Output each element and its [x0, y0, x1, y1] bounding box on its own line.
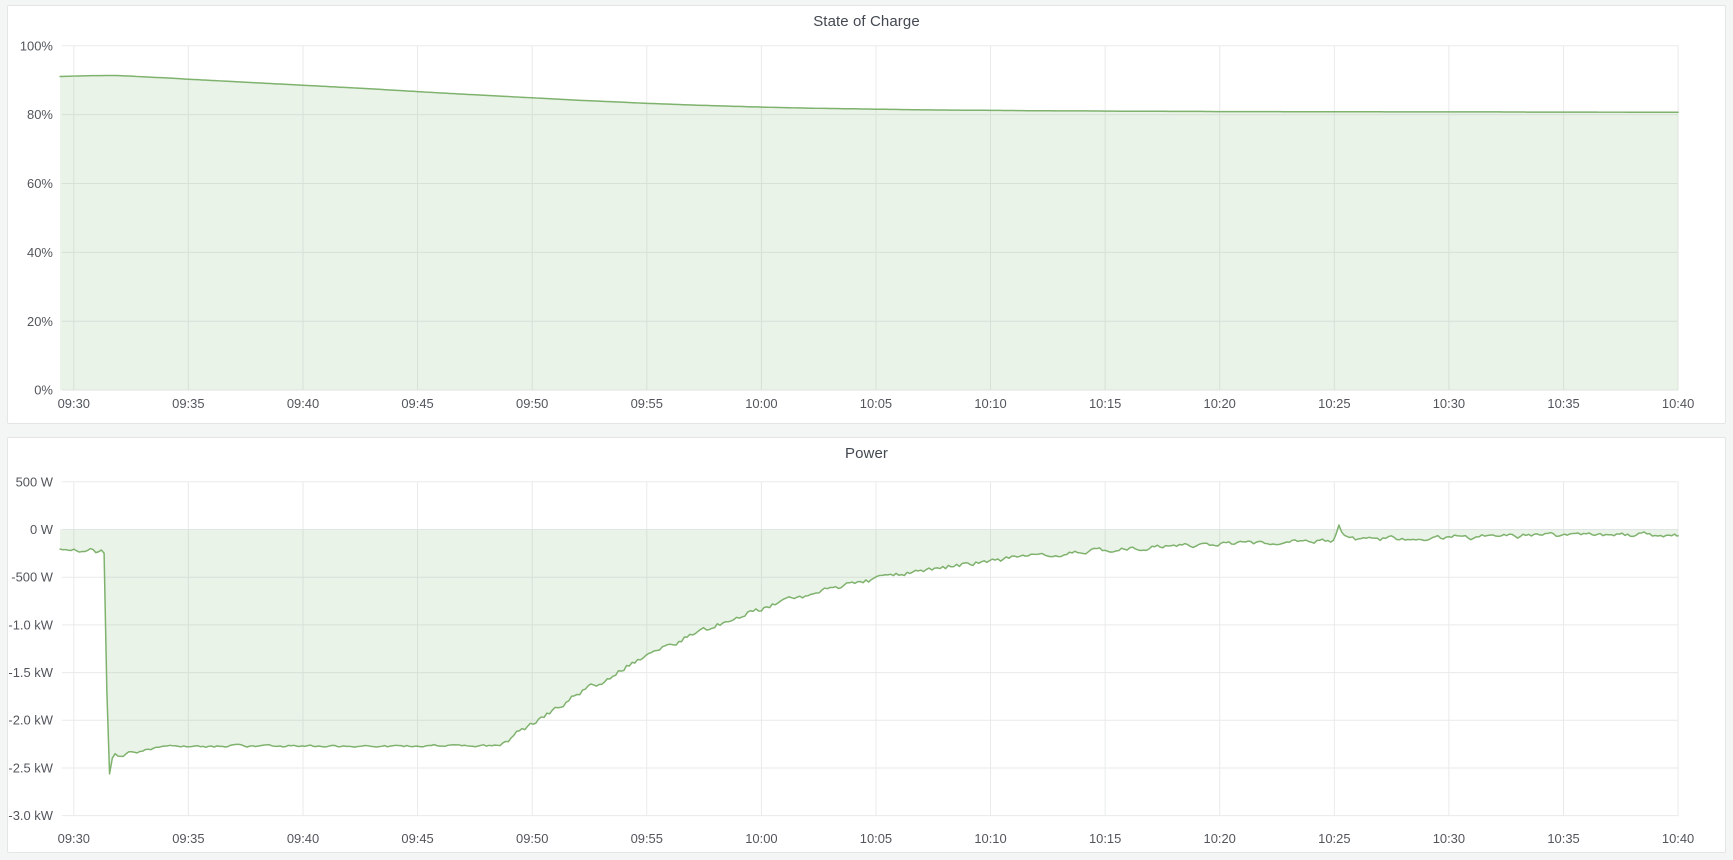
y-axis-tick-label: -2.0 kW [8, 713, 53, 728]
x-axis-tick-label: 09:55 [631, 831, 663, 846]
x-axis-tick-label: 09:45 [401, 396, 433, 411]
panel-power: Power 500 W0 W-500 W-1.0 kW-1.5 kW-2.0 k… [7, 437, 1726, 853]
y-axis-tick-label: -1.0 kW [8, 617, 53, 632]
x-axis-tick-label: 10:05 [860, 831, 892, 846]
x-axis-tick-label: 09:50 [516, 396, 548, 411]
x-axis-tick-label: 10:25 [1318, 831, 1350, 846]
y-axis-tick-label: 60% [27, 176, 53, 191]
x-axis-tick-label: 09:30 [58, 396, 90, 411]
x-axis-tick-label: 10:10 [974, 396, 1006, 411]
x-axis-tick-label: 09:30 [58, 831, 90, 846]
y-axis-tick-label: 40% [27, 245, 53, 260]
x-axis-tick-label: 10:40 [1662, 396, 1694, 411]
x-axis-tick-label: 09:35 [172, 396, 204, 411]
x-axis-tick-label: 10:15 [1089, 396, 1121, 411]
x-axis-tick-label: 10:30 [1433, 396, 1465, 411]
x-axis-tick-label: 09:40 [287, 831, 319, 846]
x-axis-tick-label: 10:40 [1662, 831, 1694, 846]
x-axis-tick-label: 09:40 [287, 396, 319, 411]
x-axis-tick-label: 10:00 [745, 831, 777, 846]
x-axis-tick-label: 10:15 [1089, 831, 1121, 846]
y-axis-tick-label: -2.5 kW [8, 760, 53, 775]
x-axis-tick-label: 10:20 [1204, 396, 1236, 411]
y-axis-tick-label: 500 W [16, 474, 54, 489]
state-of-charge-area [60, 75, 1678, 390]
y-axis-tick-label: -1.5 kW [8, 665, 53, 680]
y-axis-tick-label: 20% [27, 314, 53, 329]
x-axis-tick-label: 10:25 [1318, 396, 1350, 411]
x-axis-tick-label: 10:00 [745, 396, 777, 411]
state-of-charge-chart[interactable]: 100% 80% 60% 40% 20% 0% 09:30 09:35 09:40 09:45 09… [8, 6, 1725, 423]
y-axis-tick-label: -3.0 kW [8, 808, 53, 823]
x-axis-tick-label: 10:05 [860, 396, 892, 411]
x-axis-tick-label: 09:55 [631, 396, 663, 411]
y-axis-tick-label: 80% [27, 107, 53, 122]
x-axis-tick-label: 10:35 [1547, 396, 1579, 411]
panel-state-of-charge: State of Charge 100%80%60%40%20%0%09:300… [7, 5, 1726, 424]
power-area [60, 525, 1678, 774]
x-axis-tick-label: 09:45 [401, 831, 433, 846]
y-axis-tick-label: 100% [20, 38, 54, 53]
y-axis-tick-label: 0 W [30, 522, 54, 537]
x-axis-tick-label: 09:50 [516, 831, 548, 846]
x-axis-tick-label: 10:35 [1547, 831, 1579, 846]
y-axis-tick-label: -500 W [11, 570, 53, 585]
power-chart[interactable]: 500 W 0 W -500 W -1.0 kW -1.5 kW -2.0 kW -2.5 … [8, 438, 1725, 852]
x-axis-tick-label: 10:10 [974, 831, 1006, 846]
x-axis-tick-label: 09:35 [172, 831, 204, 846]
x-axis-tick-label: 10:30 [1433, 831, 1465, 846]
x-axis-tick-label: 10:20 [1204, 831, 1236, 846]
y-axis-tick-label: 0% [34, 383, 53, 398]
